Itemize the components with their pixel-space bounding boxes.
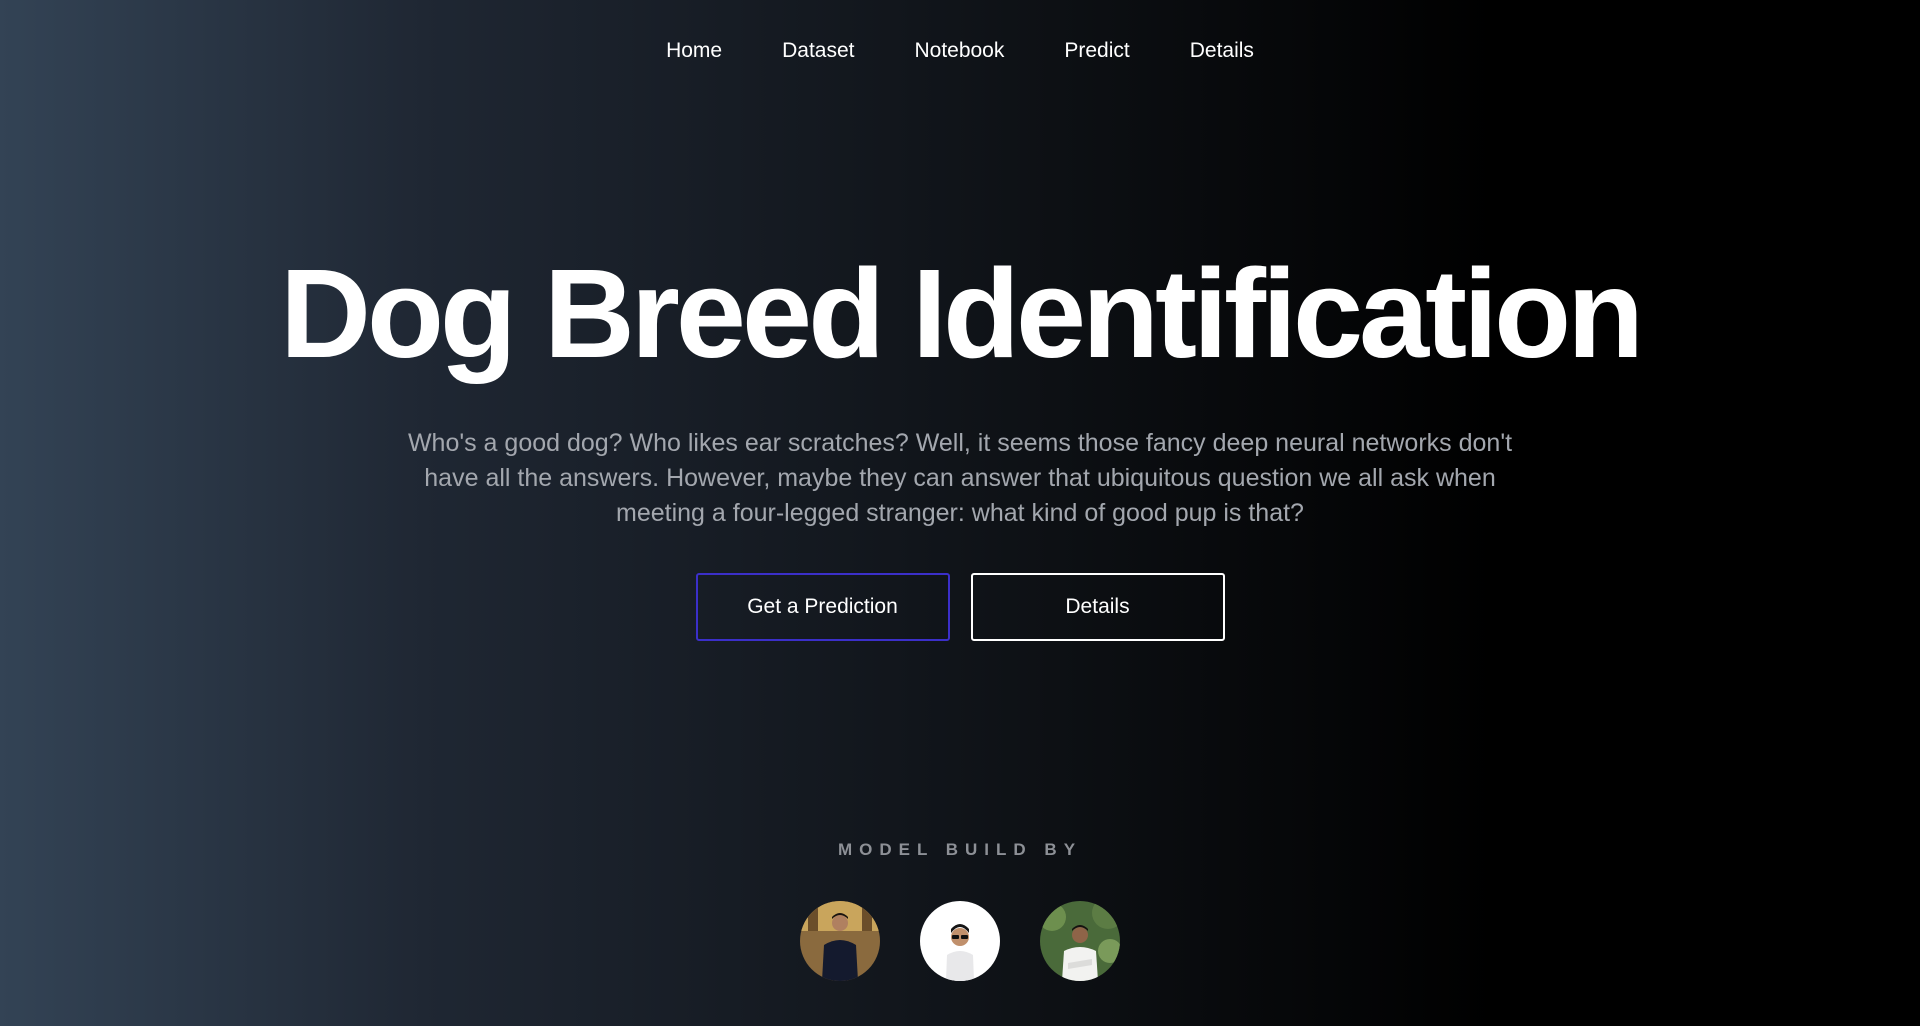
author-avatar-3[interactable]	[1040, 901, 1120, 981]
hero-title: Dog Breed Identification	[279, 243, 1644, 384]
model-build-by-label: MODEL BUILD BY	[837, 840, 1083, 859]
nav-details-link[interactable]: Details	[1190, 36, 1254, 66]
nav-home-link[interactable]: Home	[666, 36, 722, 66]
author-avatar-1[interactable]	[800, 901, 880, 981]
nav-predict-link[interactable]: Predict	[1064, 36, 1129, 66]
hero-actions: Get a Prediction Details	[0, 573, 1920, 641]
avatar-photo-icon	[920, 901, 1000, 981]
get-prediction-button[interactable]: Get a Prediction	[695, 573, 950, 641]
author-avatar-2[interactable]	[920, 901, 1000, 981]
nav-notebook-link[interactable]: Notebook	[914, 36, 1004, 66]
avatar-photo-icon	[800, 901, 880, 981]
hero-subtitle: Who's a good dog? Who likes ear scratche…	[407, 429, 1513, 527]
avatar-photo-icon	[1040, 901, 1120, 981]
nav-dataset-link[interactable]: Dataset	[782, 36, 854, 66]
author-avatars	[0, 901, 1920, 981]
top-nav: Home Dataset Notebook Predict Details	[0, 36, 1920, 66]
details-button[interactable]: Details	[970, 573, 1225, 641]
